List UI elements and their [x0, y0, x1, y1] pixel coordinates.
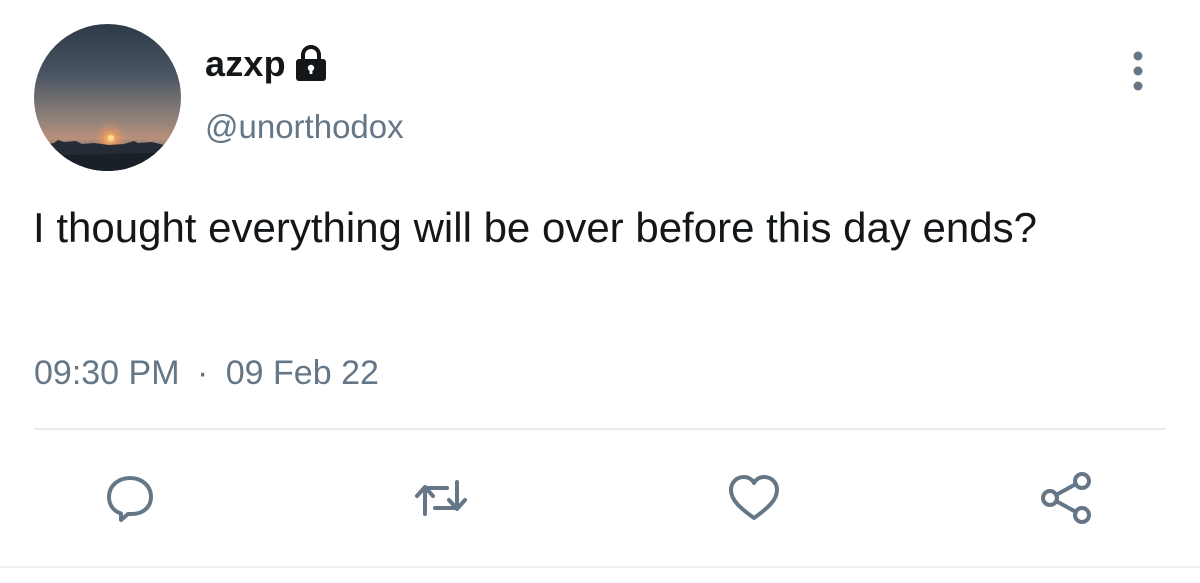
reply-icon: [107, 476, 153, 522]
more-vertical-icon: [1133, 51, 1143, 91]
share-icon: [1041, 472, 1091, 524]
like-button[interactable]: [724, 468, 784, 528]
lock-icon: [294, 45, 328, 83]
display-name-row: azxp: [205, 42, 328, 86]
timestamp-row: 09:30 PM · 09 Feb 22: [34, 354, 379, 393]
timestamp-separator: ·: [196, 354, 209, 392]
tweet-text: I thought everything will be over before…: [33, 204, 1037, 251]
reply-button[interactable]: [100, 468, 160, 528]
retweet-icon: [415, 480, 467, 516]
display-name[interactable]: azxp: [205, 43, 286, 85]
divider: [34, 428, 1166, 430]
bottom-divider: [0, 566, 1200, 568]
tweet-card: azxp @unorthodox I thought everything wi…: [0, 0, 1200, 583]
avatar[interactable]: [34, 24, 181, 171]
tweet-date: 09 Feb 22: [225, 354, 379, 392]
user-handle[interactable]: @unorthodox: [205, 108, 404, 146]
avatar-photo: [34, 24, 181, 171]
tweet-time: 09:30 PM: [34, 354, 180, 392]
heart-icon: [729, 475, 779, 520]
more-options-button[interactable]: [1120, 48, 1156, 94]
retweet-button[interactable]: [411, 468, 471, 528]
share-button[interactable]: [1036, 468, 1096, 528]
